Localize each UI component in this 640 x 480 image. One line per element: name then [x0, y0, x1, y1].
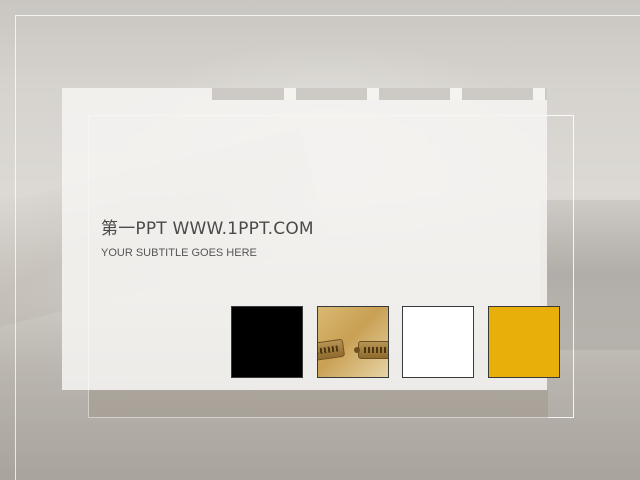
- tab-notch: [450, 88, 462, 100]
- color-swatch-gold: [488, 306, 560, 378]
- tab-notch: [533, 88, 545, 100]
- card-shadow: [88, 390, 548, 418]
- slide-card: [62, 88, 547, 390]
- connector-image: [318, 338, 346, 362]
- screw-icon: [354, 347, 360, 353]
- slide-subtitle: YOUR SUBTITLE GOES HERE: [101, 247, 257, 259]
- slide-title: 第一PPT WWW.1PPT.COM: [101, 219, 314, 239]
- card-tab-strip: [212, 88, 547, 100]
- tab-notch: [284, 88, 296, 100]
- tab-notch: [367, 88, 379, 100]
- color-swatch-photo: [317, 306, 389, 378]
- connector-image: [358, 341, 388, 359]
- color-swatch-white: [402, 306, 474, 378]
- color-swatch-black: [231, 306, 303, 378]
